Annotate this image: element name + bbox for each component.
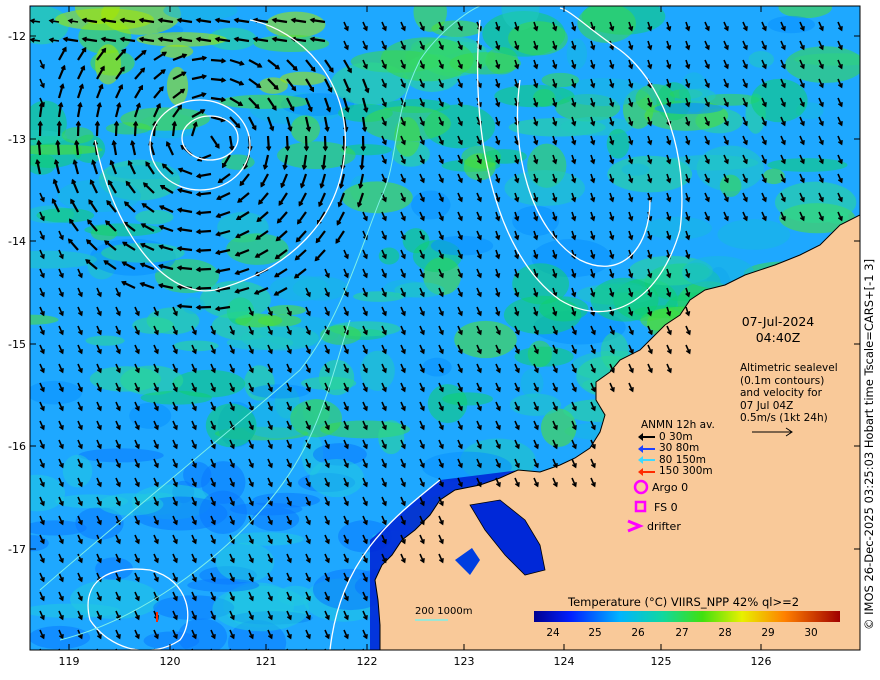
colorbar-tick: 24 bbox=[546, 627, 560, 639]
alti-line: 07 Jul 04Z bbox=[740, 399, 794, 412]
anmn-legend: ANMN 12h av. 0 30m 30 80m 80 150m 150 30… bbox=[638, 419, 715, 478]
alti-line: and velocity for bbox=[740, 387, 822, 399]
colorbar-title: Temperature (°C) VIIRS_NPP 42% ql>=2 bbox=[568, 595, 800, 609]
x-tick-label: 126 bbox=[750, 655, 772, 668]
colorbar bbox=[534, 611, 840, 622]
x-tick-label: 124 bbox=[553, 655, 575, 668]
y-tick-label: -14 bbox=[8, 235, 26, 248]
x-tick-label: 121 bbox=[255, 655, 277, 668]
legend-item: 150 300m bbox=[638, 465, 715, 478]
colorbar-tick: 26 bbox=[631, 627, 645, 639]
x-tick-label: 125 bbox=[650, 655, 672, 668]
colorbar-tick: 27 bbox=[675, 627, 689, 639]
alti-line: (0.1m contours) bbox=[740, 374, 825, 387]
x-tick-label: 120 bbox=[159, 655, 181, 668]
y-tick-label: -17 bbox=[8, 543, 26, 556]
y-tick-label: -15 bbox=[8, 338, 26, 351]
date-label: 07-Jul-2024 bbox=[741, 314, 815, 329]
drifter-label: drifter bbox=[647, 520, 681, 533]
legend-item: 30 80m bbox=[638, 442, 715, 455]
date-time-label: 07-Jul-2024 04:40Z bbox=[728, 314, 828, 346]
argo-label: Argo 0 bbox=[652, 481, 689, 494]
y-tick-label: -12 bbox=[8, 30, 26, 43]
colorbar-tick: 25 bbox=[588, 627, 602, 639]
fs-label: FS 0 bbox=[654, 501, 678, 514]
x-tick-label: 123 bbox=[453, 655, 475, 668]
altimetry-note: Altimetric sealevel (0.1m contours) and … bbox=[740, 362, 838, 425]
x-tick-label: 122 bbox=[356, 655, 378, 668]
credit-text: © IMOS 26-Dec-2025 03:25:03 Hobart time … bbox=[862, 258, 876, 630]
anmn-legend-title: ANMN 12h av. bbox=[641, 419, 715, 431]
x-tick-label: 119 bbox=[58, 655, 80, 668]
y-tick-label: -16 bbox=[8, 440, 26, 453]
y-tick-label: -13 bbox=[8, 133, 26, 146]
time-label: 04:40Z bbox=[755, 330, 801, 345]
colorbar-tick: 30 bbox=[804, 627, 818, 639]
legend-label: 30 80m bbox=[659, 442, 700, 454]
legend-label: 150 300m bbox=[659, 465, 713, 477]
bathymetry-label: 200 1000m bbox=[415, 606, 473, 617]
colorbar-tick: 28 bbox=[718, 627, 732, 639]
colorbar-tick: 29 bbox=[761, 627, 775, 639]
alti-line: 0.5m/s (1kt 24h) bbox=[740, 412, 828, 424]
alti-line: Altimetric sealevel bbox=[740, 362, 838, 374]
